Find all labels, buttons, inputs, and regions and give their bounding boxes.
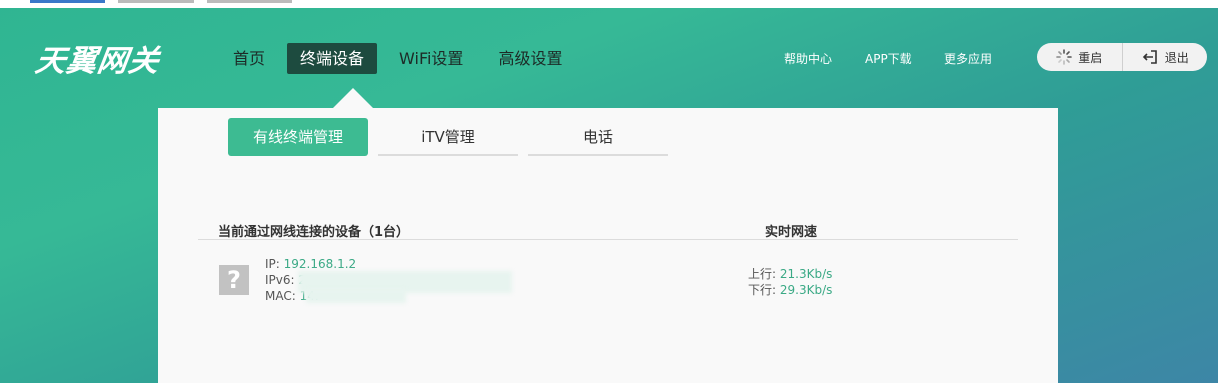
upload-label: 上行: [748, 267, 780, 281]
top-strip-tab [118, 0, 194, 3]
action-pill: 重启 退出 [1037, 43, 1207, 71]
device-list-header: 当前通过网线连接的设备（1台） [218, 225, 410, 240]
unknown-device-icon: ? [219, 265, 249, 295]
ip-label: IP: [265, 257, 284, 271]
download-speed: 下行: 29.3Kb/s [748, 281, 832, 298]
restart-button[interactable]: 重启 [1037, 43, 1122, 71]
upload-value: 21.3Kb/s [779, 267, 833, 281]
redaction-blur [306, 289, 406, 303]
logout-icon [1142, 50, 1157, 64]
download-label: 下行: [748, 283, 780, 297]
more-apps-link[interactable]: 更多应用 [944, 50, 992, 67]
logout-button[interactable]: 退出 [1123, 43, 1208, 71]
download-value: 29.3Kb/s [779, 283, 833, 297]
ip-value: 192.168.1.2 [283, 257, 357, 271]
restart-label: 重启 [1078, 50, 1103, 65]
nav-item-home[interactable]: 首页 [220, 43, 278, 74]
speed-header: 实时网速 [765, 225, 818, 240]
browser-top-strip [0, 0, 1218, 8]
app-download-link[interactable]: APP下载 [865, 50, 912, 67]
active-nav-pointer [333, 88, 373, 108]
upload-speed: 上行: 21.3Kb/s [748, 265, 832, 282]
mac-label: MAC: [265, 289, 300, 303]
tab-phone[interactable]: 电话 [528, 118, 668, 156]
header-divider [198, 239, 1018, 240]
tab-wired-devices[interactable]: 有线终端管理 [228, 118, 368, 156]
nav-item-advanced[interactable]: 高级设置 [485, 43, 575, 74]
nav-item-wifi[interactable]: WiFi设置 [386, 43, 476, 74]
restart-icon [1056, 49, 1073, 65]
logout-label: 退出 [1164, 50, 1189, 65]
content-panel: 有线终端管理 iTV管理 电话 当前通过网线连接的设备（1台） 实时网速 ? I… [158, 108, 1058, 383]
brand-logo: 天翼网关 [33, 44, 162, 79]
nav-item-devices[interactable]: 终端设备 [287, 43, 378, 74]
top-strip-tab [30, 0, 105, 3]
top-strip-tab [207, 0, 292, 3]
main-nav: 首页 终端设备 WiFi设置 高级设置 [220, 43, 584, 74]
tab-itv[interactable]: iTV管理 [378, 118, 518, 156]
device-ip-line: IP: 192.168.1.2 [265, 257, 356, 271]
ipv6-label: IPv6: [265, 273, 299, 287]
help-center-link[interactable]: 帮助中心 [784, 50, 832, 67]
